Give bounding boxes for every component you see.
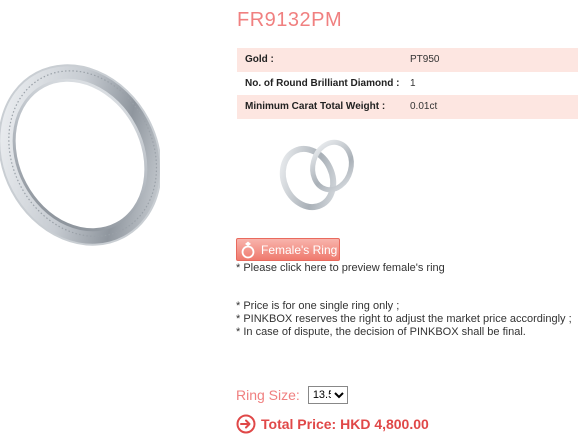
- spec-row-carat-weight: Minimum Carat Total Weight : 0.01ct: [237, 95, 578, 119]
- terms-list: * Price is for one single ring only ; * …: [236, 300, 572, 339]
- female-ring-button[interactable]: Female's Ring: [236, 238, 340, 261]
- ring-product-image: [0, 64, 160, 246]
- spec-row-gold: Gold : PT950: [237, 48, 578, 72]
- right-arrow-circle-icon: [236, 414, 256, 434]
- product-code-title: FR9132PM: [237, 9, 343, 31]
- spec-value: 1: [402, 71, 578, 95]
- spec-value: 0.01ct: [402, 95, 578, 119]
- female-ring-button-label: Female's Ring: [261, 242, 338, 257]
- spec-label: No. of Round Brilliant Diamond :: [237, 71, 402, 95]
- ring-size-label: Ring Size:: [236, 387, 300, 403]
- total-price-row: Total Price: HKD 4,800.00: [236, 414, 429, 434]
- spec-value: PT950: [402, 48, 578, 72]
- terms-item: * Price is for one single ring only ;: [236, 300, 400, 312]
- female-ring-note: * Please click here to preview female's …: [236, 262, 445, 274]
- spec-label: Minimum Carat Total Weight :: [237, 95, 402, 119]
- terms-item: * PINKBOX reserves the right to adjust t…: [236, 313, 572, 325]
- ring-pair-image: [279, 139, 354, 211]
- ring-icon: [237, 239, 259, 260]
- ring-size-select[interactable]: 13.5: [307, 386, 348, 404]
- spec-row-diamond-count: No. of Round Brilliant Diamond : 1: [237, 71, 578, 95]
- ring-size-row: Ring Size: 13.5: [236, 386, 348, 404]
- total-price: Total Price: HKD 4,800.00: [261, 416, 429, 432]
- terms-item: * In case of dispute, the decision of PI…: [236, 326, 526, 338]
- spec-label: Gold :: [237, 48, 402, 72]
- spec-table: Gold : PT950 No. of Round Brilliant Diam…: [237, 48, 578, 119]
